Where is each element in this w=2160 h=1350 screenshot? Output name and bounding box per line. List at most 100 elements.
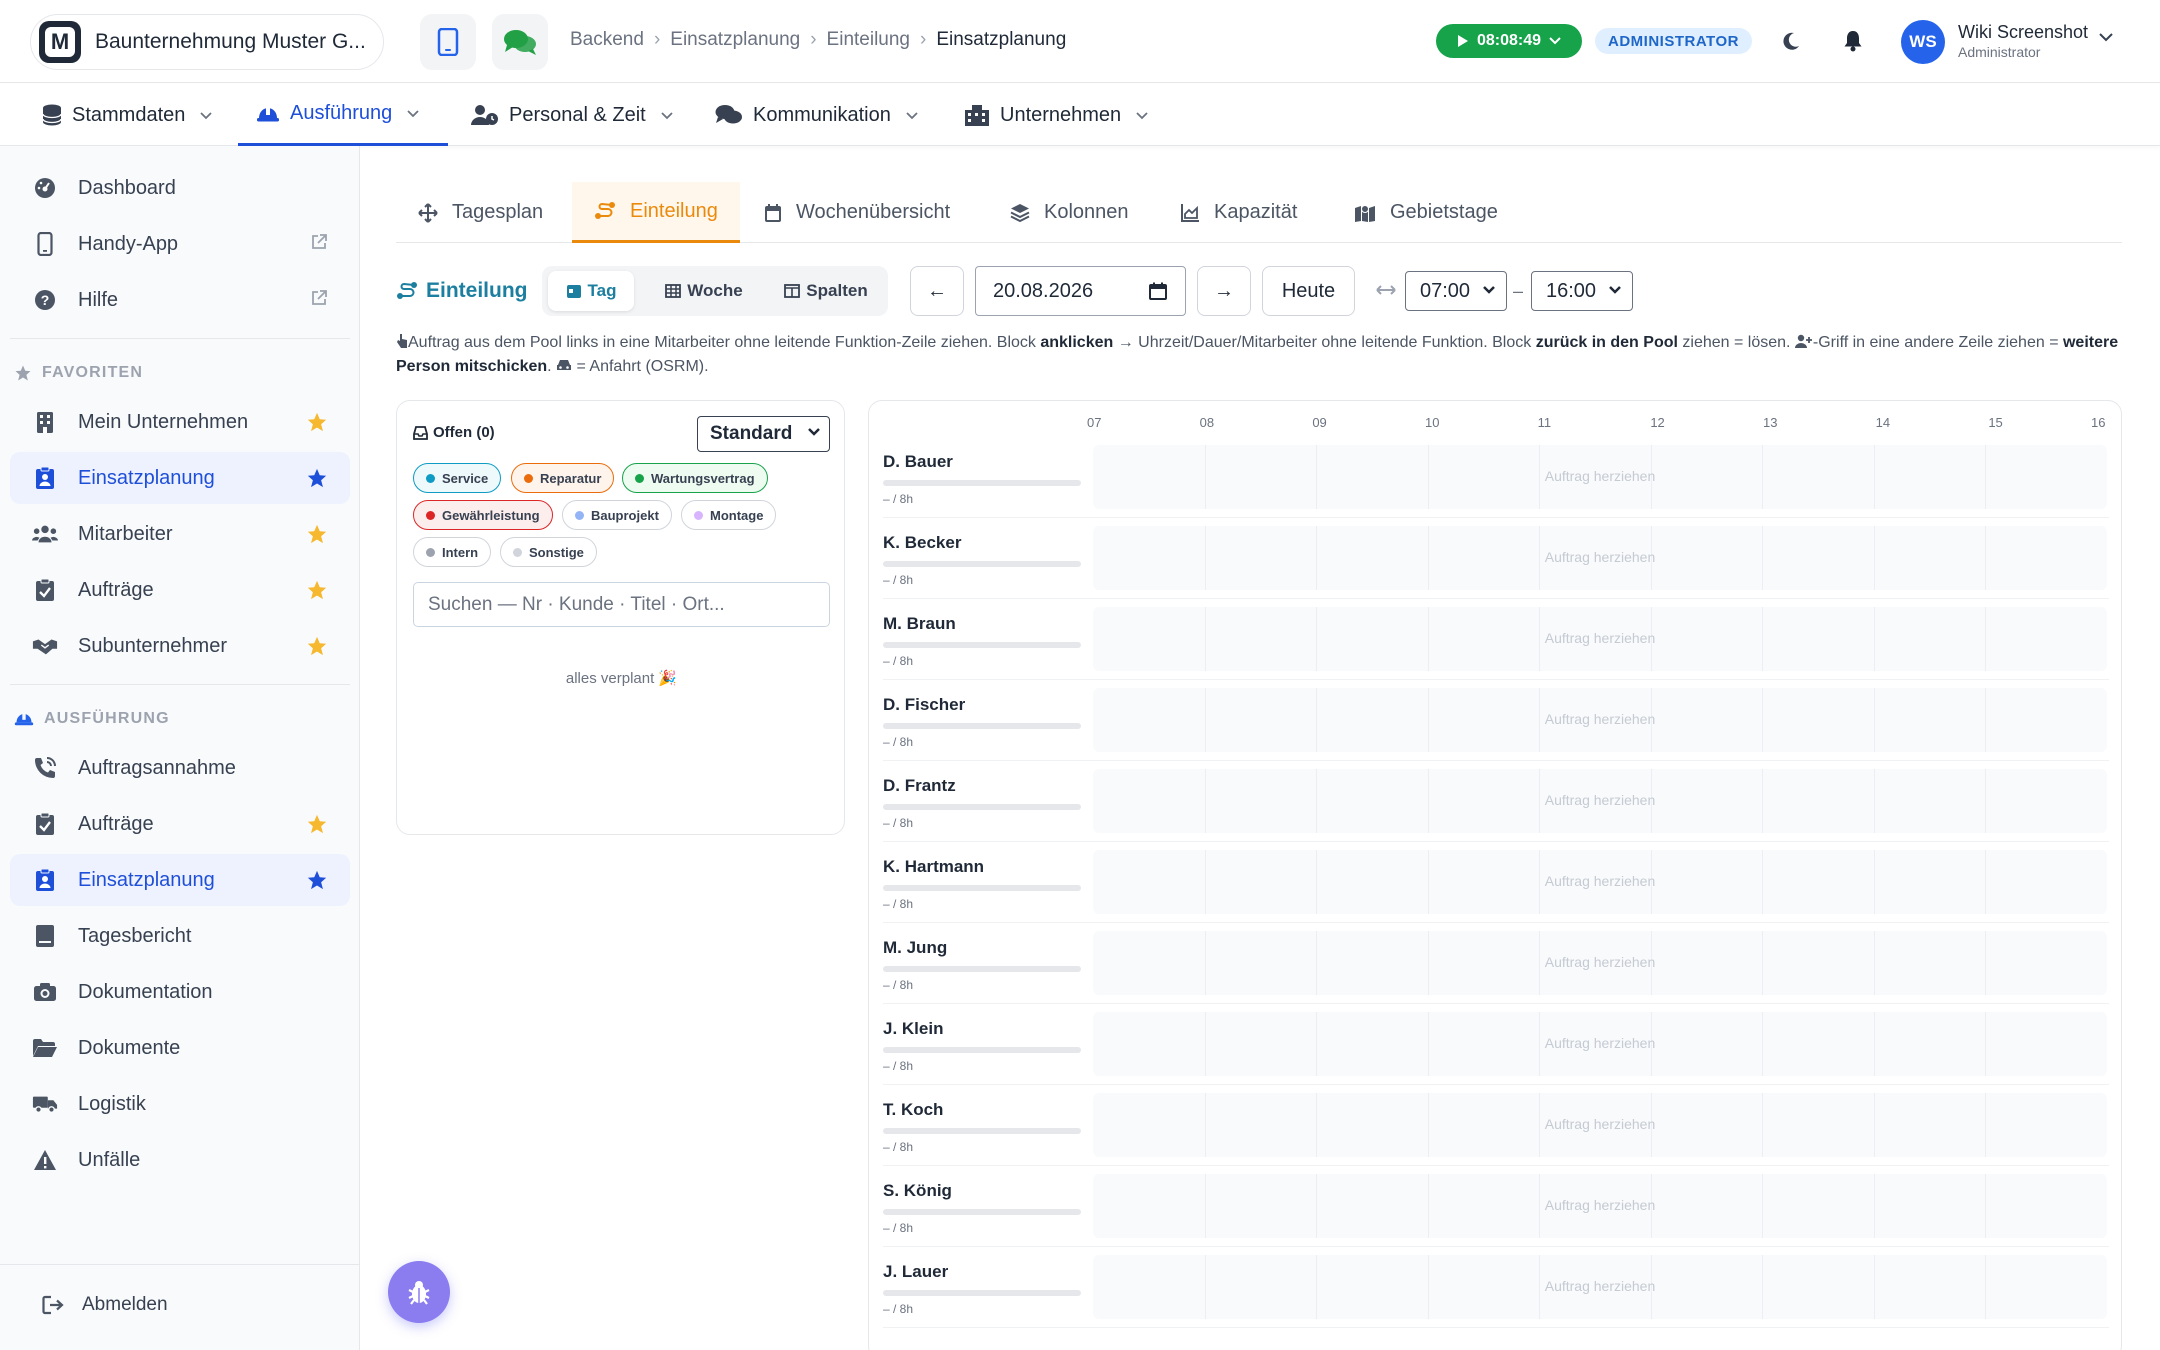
tab-einteilung[interactable]: Einteilung [572, 182, 740, 243]
drop-lane[interactable]: Auftrag herziehen [1093, 445, 2107, 509]
breadcrumb-item[interactable]: Backend [570, 29, 644, 51]
sidebar-item-label: Hilfe [78, 288, 119, 311]
mobile-app-button[interactable] [420, 14, 476, 70]
sidebar-item-dashboard[interactable]: Dashboard [10, 162, 350, 214]
sidebar-item-auftragsannahme[interactable]: Auftragsannahme [10, 742, 350, 794]
tab-wochenuebersicht[interactable]: Wochenübersicht [742, 182, 972, 243]
sidebar-item-dokumente[interactable]: Dokumente [10, 1022, 350, 1074]
category-chip-bauprojekt[interactable]: Bauprojekt [562, 500, 672, 530]
drop-lane[interactable]: Auftrag herziehen [1093, 688, 2107, 752]
tab-kapazitaet[interactable]: Kapazität [1158, 182, 1319, 243]
star-icon[interactable] [306, 635, 328, 657]
database-icon [42, 104, 62, 126]
section-heading-ausfuehrung: AUSFÜHRUNG [14, 710, 170, 728]
drop-lane[interactable]: Auftrag herziehen [1093, 607, 2107, 671]
tab-kolonnen[interactable]: Kolonnen [988, 182, 1151, 243]
category-chip-sonstige[interactable]: Sonstige [500, 537, 597, 567]
employee-row: J. Lauer – / 8h Auftrag herziehen [883, 1247, 2109, 1328]
view-woche-button[interactable]: Woche [652, 271, 756, 311]
tab-gebietstage[interactable]: Gebietstage [1332, 182, 1520, 243]
category-chip-service[interactable]: Service [413, 463, 502, 493]
gauge-icon [32, 175, 58, 201]
nav-label: Unternehmen [1000, 103, 1122, 126]
category-chip-wartungsvertrag[interactable]: Wartungsvertrag [622, 463, 768, 493]
nav-unternehmen[interactable]: Unternehmen [964, 84, 1149, 146]
star-icon[interactable] [306, 579, 328, 601]
sidebar-item-mein-unternehmen[interactable]: Mein Unternehmen [10, 396, 350, 448]
sidebar-item-einsatzplanung[interactable]: Einsatzplanung [10, 854, 350, 906]
chat-button[interactable] [492, 14, 548, 70]
employee-row: J. Klein – / 8h Auftrag herziehen [883, 1004, 2109, 1085]
category-chip-reparatur[interactable]: Reparatur [511, 463, 615, 493]
drop-lane[interactable]: Auftrag herziehen [1093, 769, 2107, 833]
sidebar-item-hilfe[interactable]: ? Hilfe [10, 274, 350, 326]
star-icon [15, 365, 31, 381]
star-icon[interactable] [306, 869, 328, 891]
category-chip-montage[interactable]: Montage [681, 500, 777, 530]
drop-lane[interactable]: Auftrag herziehen [1093, 931, 2107, 995]
date-input[interactable]: 20.08.2026 [975, 266, 1186, 316]
avatar[interactable]: WS [1901, 20, 1945, 64]
company-switcher[interactable]: M Baunternehmung Muster G... [30, 14, 384, 70]
sidebar-item-auftraege[interactable]: Aufträge [10, 564, 350, 616]
drop-lane[interactable]: Auftrag herziehen [1093, 1093, 2107, 1157]
drop-lane[interactable]: Auftrag herziehen [1093, 526, 2107, 590]
breadcrumb-item[interactable]: Einsatzplanung [670, 29, 800, 51]
logout-link[interactable]: Abmelden [42, 1294, 168, 1316]
star-icon[interactable] [306, 523, 328, 545]
category-chip-gewaehrleistung[interactable]: Gewährleistung [413, 500, 553, 530]
drop-lane[interactable]: Auftrag herziehen [1093, 1174, 2107, 1238]
bug-report-button[interactable] [388, 1261, 450, 1323]
drop-lane[interactable]: Auftrag herziehen [1093, 1255, 2107, 1319]
calendar-icon[interactable] [1149, 282, 1167, 300]
end-time-select[interactable]: 16:00 [1531, 271, 1633, 311]
star-icon[interactable] [306, 467, 328, 489]
notifications-button[interactable] [1838, 26, 1868, 56]
category-chip-intern[interactable]: Intern [413, 537, 492, 567]
columns-icon [784, 284, 801, 298]
breadcrumb-item[interactable]: Einteilung [827, 29, 910, 51]
sidebar-item-tagesbericht[interactable]: Tagesbericht [10, 910, 350, 962]
nav-personal-zeit[interactable]: Personal & Zeit [471, 84, 674, 146]
drop-lane[interactable]: Auftrag herziehen [1093, 1012, 2107, 1076]
star-icon[interactable] [306, 813, 328, 835]
star-icon[interactable] [306, 411, 328, 433]
nav-ausfuehrung[interactable]: Ausführung [238, 84, 448, 146]
capacity-bar [883, 885, 1081, 891]
sidebar-item-unfaelle[interactable]: Unfälle [10, 1134, 350, 1186]
sidebar-item-einsatzplanung[interactable]: Einsatzplanung [10, 452, 350, 504]
dark-mode-toggle[interactable] [1776, 26, 1806, 56]
sidebar-item-auftraege[interactable]: Aufträge [10, 798, 350, 850]
company-logo: M [39, 21, 81, 63]
sidebar-item-handy-app[interactable]: Handy-App [10, 218, 350, 270]
drop-hint: Auftrag herziehen [1544, 1197, 1656, 1213]
start-time-select[interactable]: 07:00 [1405, 271, 1507, 311]
tab-tagesplan[interactable]: Tagesplan [396, 182, 565, 243]
hour-label: 14 [1875, 415, 1891, 430]
view-tag-button[interactable]: Tag [548, 271, 634, 311]
nav-stammdaten[interactable]: Stammdaten [42, 84, 213, 146]
pool-search-input[interactable]: Suchen — Nr · Kunde · Titel · Ort... [413, 582, 830, 627]
previous-day-button[interactable]: ← [910, 266, 964, 316]
nav-label: Personal & Zeit [509, 103, 646, 126]
nav-kommunikation[interactable]: Kommunikation [715, 84, 919, 146]
sidebar-item-mitarbeiter[interactable]: Mitarbeiter [10, 508, 350, 560]
employee-row: M. Braun – / 8h Auftrag herziehen [883, 599, 2109, 680]
sidebar-item-dokumentation[interactable]: Dokumentation [10, 966, 350, 1018]
drop-lane[interactable]: Auftrag herziehen [1093, 850, 2107, 914]
sidebar-item-subunternehmer[interactable]: Subunternehmer [10, 620, 350, 672]
time-tracking-button[interactable]: 08:08:49 [1436, 24, 1582, 58]
user-name[interactable]: Wiki Screenshot [1958, 22, 2088, 43]
time-separator: – [1513, 281, 1524, 301]
chevron-down-icon[interactable] [2098, 32, 2114, 42]
chevron-right-icon: › [653, 29, 661, 50]
chevron-down-icon [1549, 37, 1561, 45]
drop-hint: Auftrag herziehen [1544, 954, 1656, 970]
next-day-button[interactable]: → [1197, 266, 1251, 316]
pool-filter-select[interactable]: Standard [697, 416, 830, 452]
hour-label: 12 [1650, 415, 1665, 430]
view-spalten-button[interactable]: Spalten [770, 271, 882, 311]
divider [10, 684, 350, 685]
today-button[interactable]: Heute [1262, 266, 1355, 316]
sidebar-item-logistik[interactable]: Logistik [10, 1078, 350, 1130]
